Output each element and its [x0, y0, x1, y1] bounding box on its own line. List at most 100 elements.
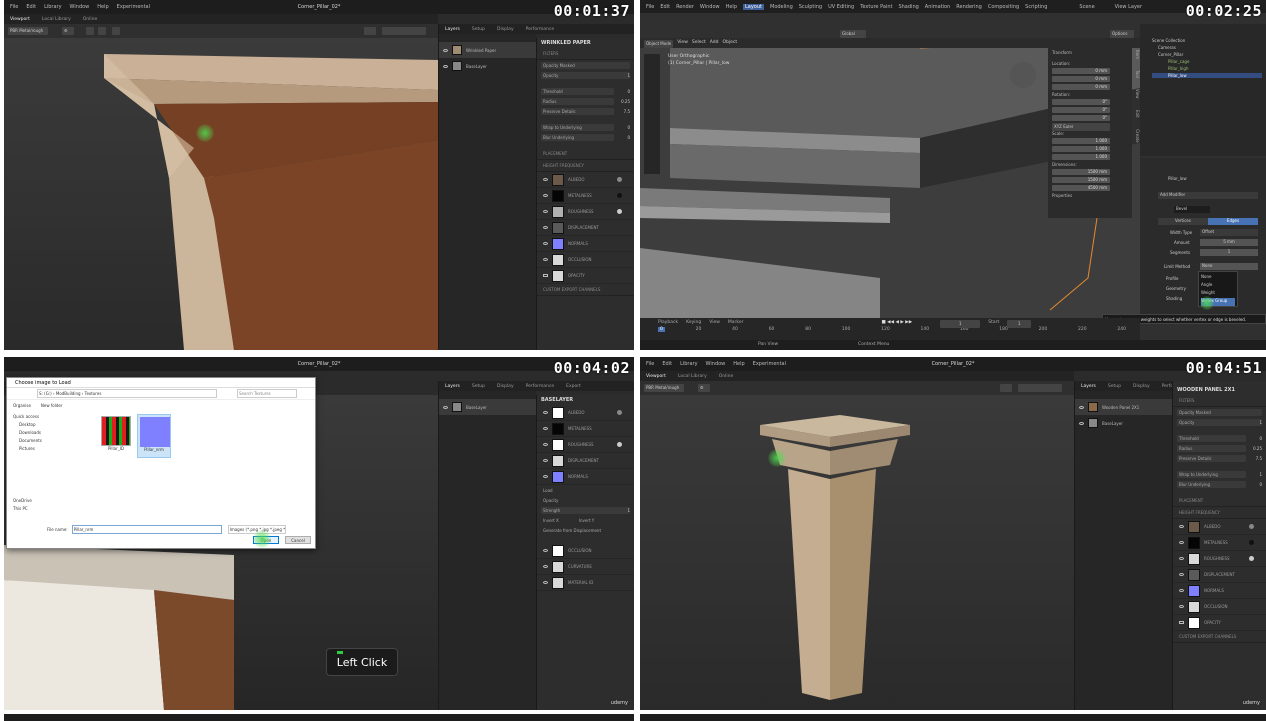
workspace-compositing[interactable]: Compositing — [988, 4, 1019, 10]
camera-icon[interactable] — [86, 27, 94, 35]
tab-online[interactable]: Online — [719, 374, 734, 379]
menu-file[interactable]: File — [646, 4, 654, 10]
tab-viewport[interactable]: Viewport — [10, 17, 30, 22]
eye-icon[interactable] — [443, 48, 448, 52]
param-threshold[interactable]: Threshold 0 — [1173, 433, 1266, 443]
channel-normals[interactable]: NORMALS — [537, 469, 634, 485]
timeline-ruler[interactable]: 0 20 40 60 80 100 120 140 160 180 200 22… — [640, 327, 1140, 332]
scene-collection[interactable]: Scene Collection — [1152, 38, 1262, 43]
normals-strength[interactable]: Strength 1 — [537, 505, 634, 515]
workspace-uv[interactable]: UV Editing — [828, 4, 854, 10]
tab-display[interactable]: Display — [497, 27, 514, 32]
mode-dropdown[interactable]: Object Mode — [644, 40, 674, 48]
section-height-frequency[interactable]: HEIGHT FREQUENCY — [537, 160, 634, 172]
modifier-name[interactable]: Bevel — [1174, 206, 1210, 213]
subsection-profile[interactable]: Profile — [1166, 276, 1178, 281]
dimension-z[interactable]: 4500 mm — [1052, 185, 1110, 191]
eye-icon[interactable] — [1079, 405, 1084, 409]
menu-render[interactable]: Render — [676, 4, 694, 10]
tab-export[interactable]: Export — [566, 384, 581, 389]
location-z[interactable]: 0 mm — [1052, 84, 1110, 90]
menu-help[interactable]: Help — [726, 4, 737, 10]
transform-orientation[interactable]: Global — [840, 30, 866, 38]
menu-marker[interactable]: Marker — [728, 320, 744, 325]
tab-setup[interactable]: Setup — [1108, 384, 1121, 389]
options-dropdown[interactable]: Options — [1110, 30, 1134, 38]
start-frame[interactable]: 1 — [1007, 320, 1032, 328]
layout-icon[interactable] — [112, 27, 120, 35]
menu-view[interactable]: View — [709, 320, 720, 325]
modifier-tab-edges[interactable]: Edges — [1208, 218, 1258, 225]
menu-playback[interactable]: Playback — [658, 320, 678, 325]
tab-local-library[interactable]: Local Library — [42, 17, 71, 22]
filename-input[interactable]: Pillar_nrm — [71, 524, 222, 534]
tab-display[interactable]: Display — [497, 384, 514, 389]
properties-subpanel[interactable]: Properties — [1052, 193, 1128, 198]
menu-window[interactable]: Window — [700, 4, 720, 10]
play-controls[interactable]: ■ ◀◀ ◀ ▶ ▶▶ — [881, 320, 912, 325]
3d-viewport[interactable] — [640, 395, 1074, 710]
pbr-dropdown[interactable] — [1018, 384, 1062, 392]
generate-from-displacement[interactable]: Generate from Displacement — [537, 525, 634, 535]
channel-albedo[interactable]: ALBEDO — [537, 172, 634, 188]
section-filters[interactable]: FILTERS — [537, 48, 634, 60]
menu-object[interactable]: Object — [723, 40, 738, 48]
menu-item-angle[interactable]: Angle — [1201, 282, 1235, 290]
scale-x[interactable]: 1.000 — [1052, 138, 1110, 144]
channel-metalness[interactable]: METALNESS — [1173, 535, 1266, 551]
channel-normals[interactable]: NORMALS — [1173, 583, 1266, 599]
settings-icon[interactable]: ⚙ — [698, 384, 710, 392]
current-frame[interactable]: 1 — [940, 320, 981, 328]
channel-material-id[interactable]: MATERIAL ID — [537, 575, 634, 591]
eye-icon[interactable] — [443, 64, 448, 68]
rotation-x[interactable]: 0° — [1052, 99, 1110, 105]
menu-edit[interactable]: Edit — [660, 4, 670, 10]
param-preserve-details[interactable]: Preserve Details 7.5 — [1173, 453, 1266, 463]
section-placement[interactable]: PLACEMENT — [1173, 495, 1266, 507]
tab-local-library[interactable]: Local Library — [678, 374, 707, 379]
outliner-item[interactable]: Cameras — [1152, 45, 1262, 50]
channel-opacity[interactable]: OPACITY — [537, 268, 634, 284]
cancel-button[interactable]: Cancel — [285, 536, 311, 544]
outliner-item[interactable]: Corner_Pillar — [1152, 52, 1262, 57]
menu-select[interactable]: Select — [692, 40, 706, 48]
dimension-x[interactable]: 1500 mm — [1052, 169, 1110, 175]
tab-layers[interactable]: Layers — [445, 384, 460, 389]
channel-normals[interactable]: NORMALS — [537, 236, 634, 252]
channel-occlusion[interactable]: OCCLUSION — [537, 543, 634, 559]
channel-displacement[interactable]: DISPLACEMENT — [537, 220, 634, 236]
material-preset-dropdown[interactable]: PBR Metal/rough — [644, 384, 684, 392]
opacity-slider[interactable]: Opacity 1 — [1173, 417, 1266, 427]
tree-documents[interactable]: Documents — [13, 438, 87, 446]
nav-gizmo[interactable] — [1010, 62, 1036, 88]
layer-row[interactable]: BaseLayer — [439, 58, 536, 74]
channel-roughness[interactable]: ROUGHNESS — [537, 204, 634, 220]
layer-row[interactable]: BaseLayer — [439, 399, 536, 415]
section-height-frequency[interactable]: HEIGHT FREQUENCY — [1173, 507, 1266, 519]
workspace-texture-paint[interactable]: Texture Paint — [860, 4, 892, 10]
normals-load[interactable]: Load — [537, 485, 634, 495]
channel-curvature[interactable]: CURVATURE — [537, 559, 634, 575]
rotation-z[interactable]: 0° — [1052, 115, 1110, 121]
workspace-scripting[interactable]: Scripting — [1025, 4, 1047, 10]
layer-row[interactable]: BaseLayer — [1075, 415, 1172, 431]
param-radius[interactable]: Radius 0.25 — [1173, 443, 1266, 453]
normals-opacity[interactable]: Opacity — [537, 495, 634, 505]
menu-keying[interactable]: Keying — [686, 320, 701, 325]
normals-invert[interactable]: Invert X Invert Y — [537, 515, 634, 525]
param-blur[interactable]: Blur Underlying 0 — [1173, 479, 1266, 489]
menu-view[interactable]: View — [677, 40, 688, 48]
eye-icon[interactable] — [443, 405, 448, 409]
3d-viewport[interactable] — [4, 38, 438, 350]
scene-selector[interactable]: Scene — [1079, 4, 1094, 10]
tab-setup[interactable]: Setup — [472, 384, 485, 389]
segments-field[interactable]: 1 — [1200, 249, 1258, 256]
param-threshold[interactable]: Threshold 0 — [537, 86, 634, 96]
scale-y[interactable]: 1.000 — [1052, 146, 1110, 152]
address-bar[interactable]: S: (G:) › ModBuilding › Textures — [37, 389, 217, 398]
material-preset-dropdown[interactable]: PBR Metal/rough — [8, 27, 48, 35]
param-radius[interactable]: Radius 0.25 — [537, 96, 634, 106]
limit-method-dropdown[interactable]: None — [1200, 263, 1258, 270]
workspace-rendering[interactable]: Rendering — [956, 4, 982, 10]
channel-metalness[interactable]: METALNESS — [537, 188, 634, 204]
